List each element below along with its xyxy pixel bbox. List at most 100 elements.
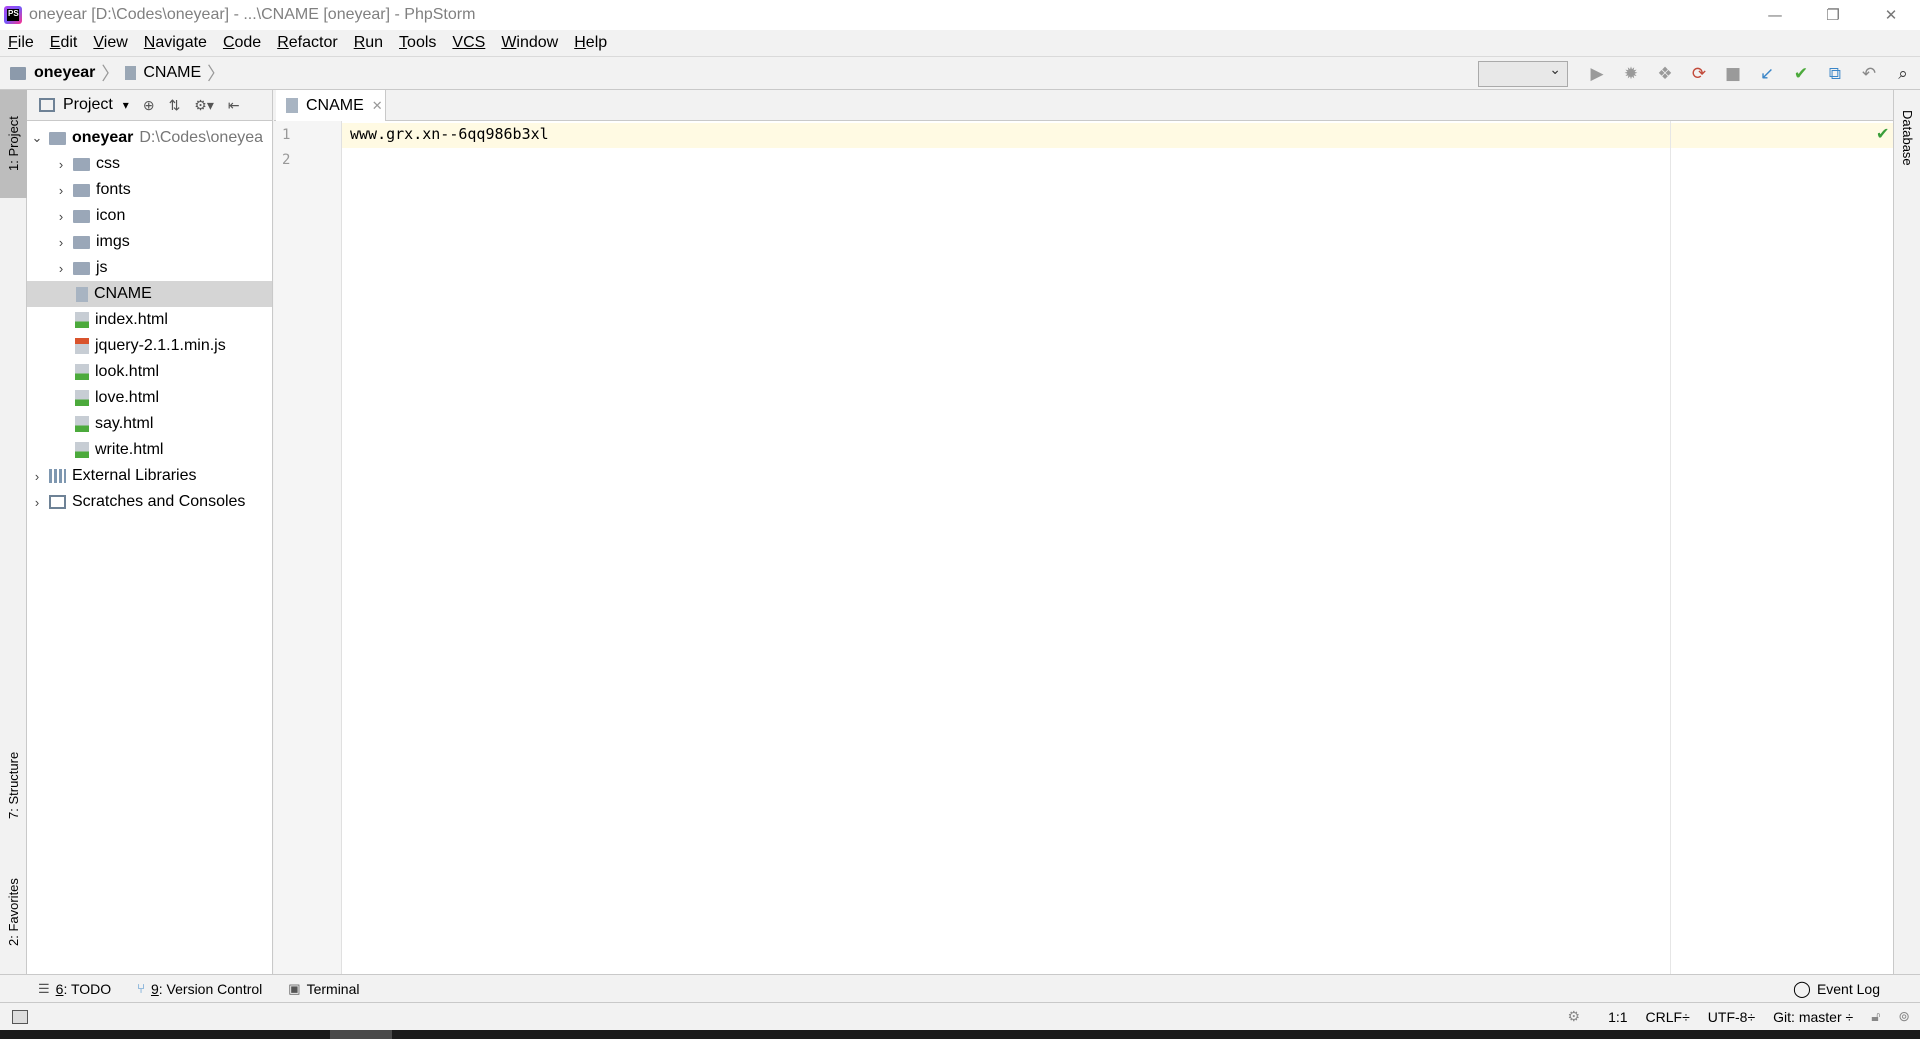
chevron-right-icon[interactable]: › (29, 469, 45, 484)
phpstorm-logo-icon: PS (4, 6, 22, 24)
logo-text: PS (8, 9, 19, 18)
restore-button[interactable]: ❐ (1804, 0, 1862, 30)
close-icon[interactable]: ✕ (372, 98, 383, 114)
scroll-from-source-icon[interactable]: ⊕ (143, 97, 155, 114)
vcs-compare-icon[interactable]: ⧉ (1818, 59, 1852, 89)
tab-structure[interactable]: 7: Structure (0, 730, 27, 840)
menu-navigate[interactable]: Navigate (136, 30, 215, 56)
menu-help[interactable]: Help (566, 30, 615, 56)
vcs-commit-icon[interactable]: ✔ (1784, 59, 1818, 89)
menu-file[interactable]: File (0, 30, 42, 56)
code-editor[interactable]: www.grx.xn--6qq986b3xl ✔ (342, 121, 1893, 974)
tree-folder-js[interactable]: › js (27, 255, 272, 281)
vcs-update-icon[interactable]: ↙ (1750, 59, 1784, 89)
caret-position[interactable]: 1:1 (1608, 1009, 1627, 1025)
menu-refactor-label: efactor (288, 34, 338, 51)
tree-root[interactable]: ⌄ oneyear D:\Codes\oneyea (27, 125, 272, 151)
tree-external-libraries[interactable]: › External Libraries (27, 463, 272, 489)
menu-vcs[interactable]: VCS (444, 30, 493, 56)
html-file-icon (75, 416, 89, 432)
chevron-right-icon[interactable]: › (29, 495, 45, 510)
library-icon (49, 469, 66, 483)
menu-file-mnemonic: F (8, 34, 18, 51)
root-name: oneyear (72, 129, 134, 146)
project-panel-title[interactable]: Project (63, 96, 113, 114)
tree-scratches[interactable]: › Scratches and Consoles (27, 489, 272, 515)
toggle-tool-windows-icon[interactable] (12, 1009, 28, 1024)
tree-folder-fonts[interactable]: › fonts (27, 177, 272, 203)
breadcrumb-separator: 〉 (207, 64, 226, 84)
run-configuration-select[interactable] (1478, 60, 1568, 87)
stop-icon[interactable]: ■ (1716, 59, 1750, 89)
code-line[interactable]: www.grx.xn--6qq986b3xl (350, 125, 549, 143)
gear-icon[interactable]: ⚙▾ (194, 97, 214, 114)
menu-view-mnemonic: V (93, 34, 104, 51)
tree-folder-icon[interactable]: › icon (27, 203, 272, 229)
lock-icon[interactable]: 🔓︎ (1871, 1008, 1880, 1025)
tree-file-index-html[interactable]: index.html (27, 307, 272, 333)
editor-tab-cname[interactable]: CNAME ✕ (276, 90, 386, 121)
hide-panel-icon[interactable]: ⇤ (228, 97, 240, 114)
tab-favorites[interactable]: 2: Favorites (0, 860, 27, 965)
todo-tool-button[interactable]: ☰ 6: TODO (38, 981, 111, 997)
chevron-right-icon[interactable]: › (53, 183, 69, 198)
tree-file-cname[interactable]: CNAME (27, 281, 272, 307)
debug-icon[interactable]: ✹ (1614, 59, 1648, 89)
chevron-right-icon[interactable]: › (53, 157, 69, 172)
minimize-button[interactable]: — (1746, 0, 1804, 30)
inspector-icon[interactable]: ⊚ (1898, 1008, 1910, 1025)
breadcrumb-file[interactable]: CNAME (143, 64, 201, 82)
breadcrumb-separator: 〉 (101, 64, 120, 84)
tree-file-say-html[interactable]: say.html (27, 411, 272, 437)
chevron-down-icon[interactable]: ⌄ (29, 130, 45, 146)
event-log-button[interactable]: ◯ Event Log (1793, 979, 1880, 999)
menu-edit-label: dit (60, 34, 78, 51)
menu-code[interactable]: Code (215, 30, 269, 56)
menu-view[interactable]: View (85, 30, 135, 56)
file-icon (125, 66, 137, 80)
run-icon[interactable]: ▶ (1580, 59, 1614, 89)
line-separator[interactable]: CRLF÷ (1646, 1009, 1690, 1025)
chevron-right-icon[interactable]: › (53, 235, 69, 250)
close-window-button[interactable]: ✕ (1862, 0, 1920, 30)
tree-file-jquery[interactable]: jquery-2.1.1.min.js (27, 333, 272, 359)
tree-file-love-html[interactable]: love.html (27, 385, 272, 411)
menu-run[interactable]: Run (346, 30, 391, 56)
breadcrumb-project[interactable]: oneyear (34, 64, 95, 82)
scratches-label: Scratches and Consoles (72, 493, 246, 510)
collapse-all-icon[interactable]: ⇅ (169, 97, 181, 114)
current-line-highlight (342, 123, 1893, 148)
chevron-down-icon[interactable]: ▾ (123, 98, 129, 112)
tab-project[interactable]: 1: Project (0, 90, 27, 198)
tree-file-look-html[interactable]: look.html (27, 359, 272, 385)
js-file-icon (75, 338, 89, 354)
menu-edit[interactable]: Edit (42, 30, 86, 56)
git-branch[interactable]: Git: master ÷ (1773, 1009, 1853, 1025)
file-encoding[interactable]: UTF-8÷ (1708, 1009, 1755, 1025)
version-control-tool-button[interactable]: ⑂ 9: Version Control (137, 981, 262, 997)
tree-folder-css[interactable]: › css (27, 151, 272, 177)
revert-icon[interactable]: ↶ (1852, 59, 1886, 89)
menu-window[interactable]: Window (493, 30, 566, 56)
menu-window-label: indow (516, 34, 559, 51)
inspection-ok-icon[interactable]: ✔ (1876, 124, 1889, 143)
coverage-icon[interactable]: ❖ (1648, 59, 1682, 89)
file-label: CNAME (94, 285, 152, 302)
power-save-icon[interactable]: ⚙ (1568, 1008, 1581, 1025)
tree-file-write-html[interactable]: write.html (27, 437, 272, 463)
html-file-icon (75, 364, 89, 380)
menu-tools[interactable]: Tools (391, 30, 444, 56)
chevron-right-icon[interactable]: › (53, 209, 69, 224)
search-icon[interactable]: ⌕ (1886, 59, 1920, 89)
menu-refactor[interactable]: Refactor (269, 30, 345, 56)
html-file-icon (75, 312, 89, 328)
folder-icon (73, 261, 90, 275)
todo-mnemonic: 6 (55, 980, 64, 997)
menu-code-mnemonic: C (222, 34, 235, 51)
tree-folder-imgs[interactable]: › imgs (27, 229, 272, 255)
chevron-right-icon[interactable]: › (53, 261, 69, 276)
event-log-icon: ◯ (1793, 981, 1811, 998)
rerun-icon[interactable]: ⟳ (1682, 59, 1716, 89)
terminal-tool-button[interactable]: ▣ Terminal (288, 981, 359, 997)
tab-database[interactable]: Database (1894, 90, 1920, 200)
